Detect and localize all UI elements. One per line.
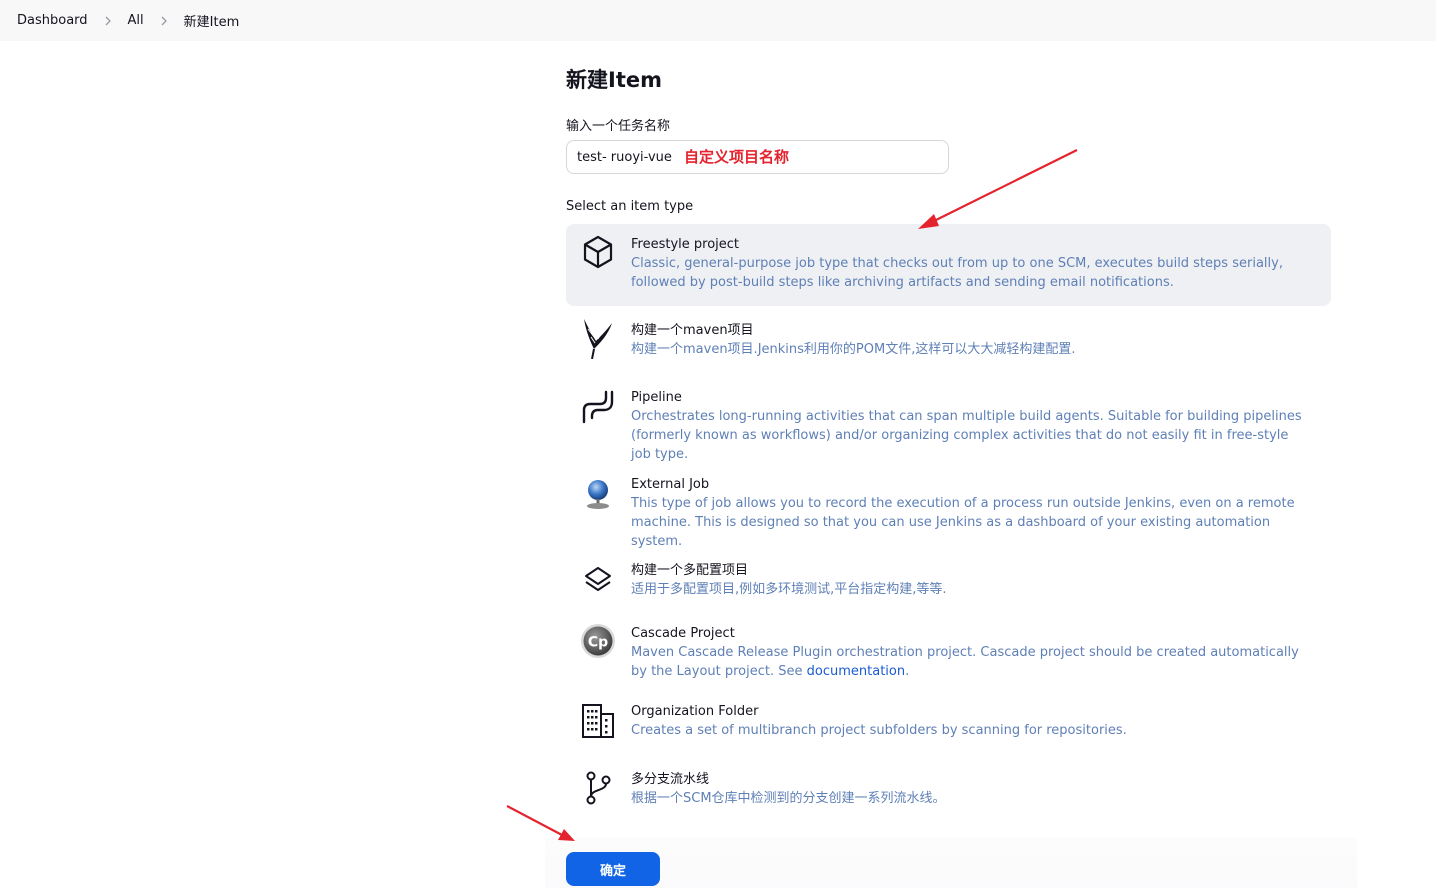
globe-icon xyxy=(580,475,616,511)
item-title: 构建一个maven项目 xyxy=(631,323,754,338)
ok-button[interactable]: 确定 xyxy=(566,852,660,886)
feather-icon xyxy=(580,317,616,360)
item-type-multibranch-pipeline[interactable]: 多分支流水线 根据一个SCM仓库中检测到的分支创建一系列流水线。 xyxy=(566,762,1331,818)
item-title: 多分支流水线 xyxy=(631,772,710,787)
item-description: Creates a set of multibranch project sub… xyxy=(631,723,1127,738)
item-type-label: Select an item type xyxy=(566,199,694,214)
item-description: 构建一个maven项目.Jenkins利用你的POM文件,这样可以大大减轻构建配… xyxy=(631,342,1076,357)
chevron-right-icon xyxy=(157,14,171,28)
annotation-label: 自定义项目名称 xyxy=(684,148,790,166)
footer-bar xyxy=(545,838,1357,888)
item-description: Classic, general-purpose job type that c… xyxy=(631,256,1283,290)
page-title: 新建Item xyxy=(566,68,662,92)
arrow-to-ok-button xyxy=(506,805,575,841)
item-title: Pipeline xyxy=(631,390,682,405)
item-description: Orchestrates long-running activities tha… xyxy=(631,409,1302,462)
item-type-freestyle[interactable]: Freestyle project Classic, general-purpo… xyxy=(566,224,1331,306)
item-title: Freestyle project xyxy=(631,237,740,252)
item-type-pipeline[interactable]: Pipeline Orchestrates long-running activ… xyxy=(566,380,1331,462)
layers-icon xyxy=(580,562,616,598)
item-description: 适用于多配置项目,例如多环境测试,平台指定构建,等等. xyxy=(631,582,947,597)
breadcrumb-current[interactable]: 新建Item xyxy=(184,11,240,30)
cube-icon xyxy=(580,234,616,270)
cascade-icon: Cp xyxy=(580,623,616,659)
chevron-right-icon xyxy=(101,14,115,28)
breadcrumb-dashboard[interactable]: Dashboard xyxy=(17,13,88,28)
item-title: Organization Folder xyxy=(631,704,759,719)
item-name-label: 输入一个任务名称 xyxy=(566,119,671,134)
item-type-multi-config[interactable]: 构建一个多配置项目 适用于多配置项目,例如多环境测试,平台指定构建,等等. xyxy=(566,553,1331,609)
branch-icon xyxy=(580,769,616,805)
item-description: Maven Cascade Release Plugin orchestrati… xyxy=(631,645,1299,679)
breadcrumb-all[interactable]: All xyxy=(128,13,144,28)
item-type-maven[interactable]: 构建一个maven项目 构建一个maven项目.Jenkins利用你的POM文件… xyxy=(566,313,1331,369)
item-title: Cascade Project xyxy=(631,626,735,641)
pipeline-icon xyxy=(580,388,616,424)
documentation-link[interactable]: documentation xyxy=(807,664,905,679)
item-type-organization-folder[interactable]: Organization Folder Creates a set of mul… xyxy=(566,694,1331,750)
item-title: External Job xyxy=(631,477,710,492)
item-type-external-job[interactable]: External Job This type of job allows you… xyxy=(566,467,1331,549)
svg-text:Cp: Cp xyxy=(588,635,608,651)
item-type-cascade-project[interactable]: Cp Cascade Project Maven Cascade Release… xyxy=(566,616,1331,692)
building-icon xyxy=(580,702,616,738)
item-description: This type of job allows you to record th… xyxy=(631,496,1295,549)
breadcrumb: Dashboard All 新建Item xyxy=(0,0,1436,41)
item-title: 构建一个多配置项目 xyxy=(631,563,749,578)
item-description: 根据一个SCM仓库中检测到的分支创建一系列流水线。 xyxy=(631,791,946,806)
